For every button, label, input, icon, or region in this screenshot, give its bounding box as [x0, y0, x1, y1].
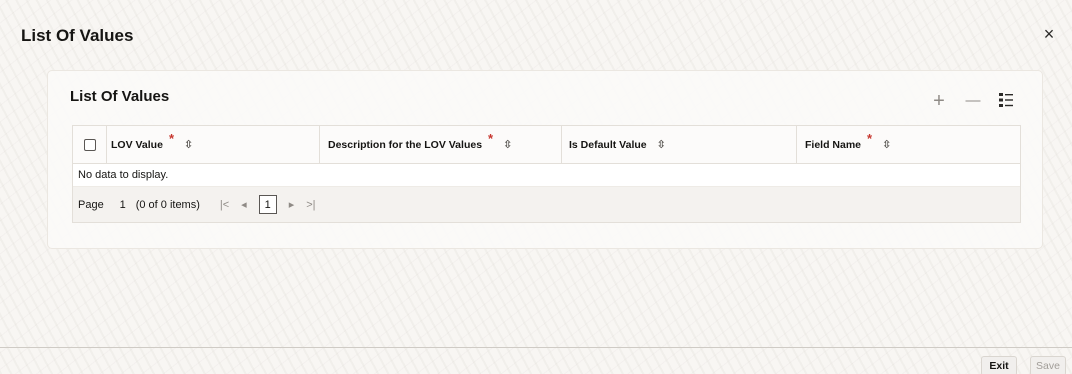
plus-icon[interactable]: + [930, 91, 948, 111]
close-icon[interactable]: × [1040, 25, 1058, 43]
footer-divider [0, 347, 1072, 348]
page-label: Page [78, 198, 104, 211]
sort-icon[interactable]: ⇳ [657, 138, 666, 151]
column-header-field-name[interactable]: Field Name * ⇳ [796, 126, 1020, 163]
minus-icon[interactable]: — [964, 92, 982, 110]
lov-grid: LOV Value * ⇳ Description for the LOV Va… [72, 125, 1021, 223]
column-label: LOV Value [111, 138, 163, 151]
last-page-icon[interactable]: >| [306, 199, 315, 211]
previous-page-icon[interactable]: ◂ [241, 198, 247, 211]
column-label: Description for the LOV Values [328, 138, 483, 151]
sort-icon[interactable]: ⇳ [503, 138, 512, 151]
panel-title: List Of Values [70, 88, 170, 105]
sort-icon[interactable]: ⇳ [882, 138, 891, 151]
sort-icon[interactable]: ⇳ [184, 138, 193, 151]
page-number-input[interactable]: 1 [116, 199, 130, 211]
select-all-checkbox[interactable] [83, 138, 96, 151]
items-summary: (0 of 0 items) [135, 198, 200, 211]
grid-header: LOV Value * ⇳ Description for the LOV Va… [73, 126, 1020, 164]
grid-toolbar: + — [930, 91, 1016, 111]
save-button[interactable]: Save [1030, 356, 1066, 374]
next-page-icon[interactable]: ▸ [289, 198, 295, 211]
required-marker: * [168, 131, 174, 146]
first-page-icon[interactable]: |< [220, 199, 229, 211]
column-header-lov-value[interactable]: LOV Value * ⇳ [106, 126, 319, 163]
required-marker: * [488, 131, 494, 146]
list-of-values-panel: List Of Values + — LOV Value * ⇳ Descrip… [47, 70, 1043, 249]
column-label: Is Default Value [569, 138, 647, 151]
empty-message: No data to display. [78, 169, 169, 181]
column-label: Field Name [805, 138, 862, 151]
column-header-is-default[interactable]: Is Default Value ⇳ [561, 126, 796, 163]
dialog-title: List Of Values [21, 26, 134, 45]
pagination: Page 1 (0 of 0 items) |< ◂ 1 ▸ >| [73, 186, 1020, 222]
required-marker: * [867, 131, 873, 146]
list-view-icon[interactable] [998, 92, 1016, 110]
exit-button[interactable]: Exit [981, 356, 1017, 374]
select-all-cell [73, 126, 106, 163]
column-header-description[interactable]: Description for the LOV Values * ⇳ [319, 126, 561, 163]
current-page-button[interactable]: 1 [258, 195, 277, 214]
